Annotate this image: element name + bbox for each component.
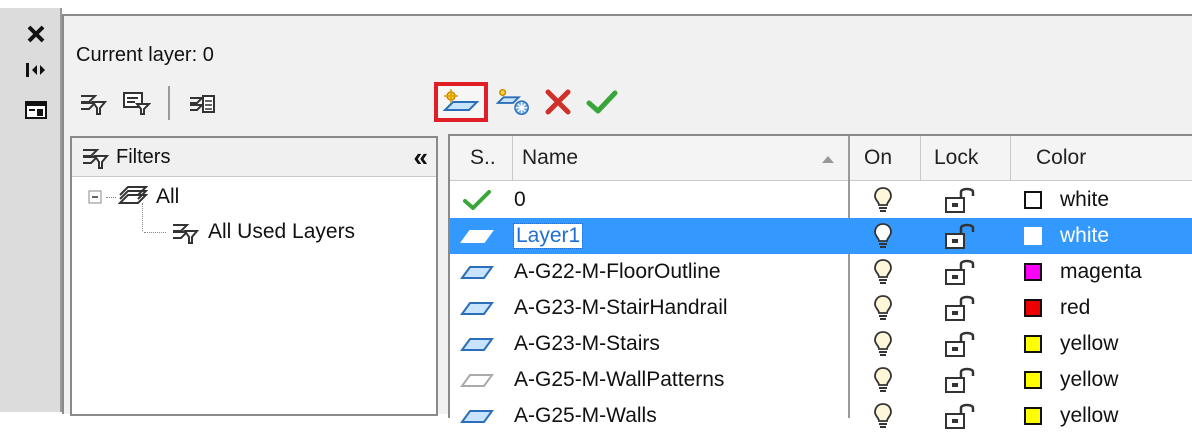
layer-name: A-G23-M-StairHandrail — [514, 296, 728, 319]
tree-node-label: All — [156, 185, 180, 208]
new-layer-vp-frozen-icon[interactable] — [496, 85, 532, 119]
close-icon[interactable] — [22, 22, 50, 46]
column-header-lock[interactable]: Lock — [934, 146, 978, 170]
new-property-filter-icon[interactable] — [74, 86, 110, 120]
unlocked-icon[interactable] — [940, 362, 980, 398]
layer-row[interactable]: A-G23-M-Stairs yellow — [450, 326, 1192, 362]
current-layer-label: Current layer: 0 — [76, 44, 214, 66]
column-header-status[interactable]: S.. — [470, 146, 496, 170]
filter-toolbar — [74, 86, 220, 120]
layer-status-icon[interactable] — [456, 290, 498, 326]
column-headers: S.. Name On Lock Color — [450, 136, 1192, 181]
layer-name: Layer1 — [512, 223, 584, 249]
layer-name-cell[interactable]: A-G23-M-Stairs — [514, 326, 660, 362]
layer-row[interactable]: A-G22-M-FloorOutline magenta — [450, 254, 1192, 290]
layer-name: A-G25-M-WallPatterns — [514, 368, 725, 391]
lightbulb-icon[interactable] — [868, 182, 898, 218]
palette-side-strip — [0, 8, 62, 412]
tree-node-label: All Used Layers — [208, 220, 356, 243]
color-name: magenta — [1060, 260, 1142, 283]
layer-row[interactable]: A-G25-M-Walls yellow — [450, 398, 1192, 434]
delete-layer-icon[interactable] — [540, 85, 576, 119]
properties-icon[interactable] — [22, 98, 50, 122]
layer-status-icon[interactable] — [456, 326, 498, 362]
layer-name-cell[interactable]: 0 — [514, 182, 526, 218]
color-name: white — [1060, 188, 1110, 211]
unlocked-icon[interactable] — [940, 182, 980, 218]
unlocked-icon[interactable] — [940, 290, 980, 326]
color-name: yellow — [1060, 368, 1119, 391]
layer-name: A-G23-M-Stairs — [514, 332, 660, 355]
layer-name-cell[interactable]: A-G22-M-FloorOutline — [514, 254, 721, 290]
lightbulb-icon[interactable] — [868, 290, 898, 326]
layer-color-cell[interactable]: yellow — [1024, 362, 1118, 398]
lightbulb-icon[interactable] — [868, 254, 898, 290]
layer-status-icon[interactable] — [456, 254, 498, 290]
layer-status-icon[interactable] — [456, 398, 498, 434]
column-header-name[interactable]: Name — [522, 146, 578, 170]
layer-properties-manager: Current layer: 0 Filters « All All Used … — [62, 14, 1192, 429]
filters-header: Filters « — [72, 138, 436, 177]
layer-list: S.. Name On Lock Color 0 white Layer1 white… — [448, 134, 1192, 429]
color-swatch — [1024, 371, 1042, 389]
filters-pane: Filters « All All Used Layers — [70, 136, 438, 416]
lightbulb-icon[interactable] — [868, 218, 898, 254]
current-layer-check-icon[interactable] — [456, 182, 498, 218]
new-layer-icon — [442, 89, 480, 111]
color-name: white — [1060, 224, 1110, 247]
column-header-on[interactable]: On — [864, 146, 892, 170]
tree-node-all[interactable]: All — [88, 185, 179, 209]
layer-states-manager-icon[interactable] — [184, 86, 220, 120]
unlocked-icon[interactable] — [940, 254, 980, 290]
filter-icon — [80, 144, 110, 170]
layer-status-icon[interactable] — [456, 362, 498, 398]
color-swatch — [1024, 335, 1042, 353]
layer-name-cell[interactable]: Layer1 — [512, 218, 584, 254]
layer-color-cell[interactable]: yellow — [1024, 326, 1118, 362]
layer-row[interactable]: A-G23-M-StairHandrail red — [450, 290, 1192, 326]
filter-icon — [170, 219, 200, 245]
unlocked-icon[interactable] — [940, 218, 980, 254]
layer-name: A-G22-M-FloorOutline — [514, 260, 721, 283]
layer-color-cell[interactable]: magenta — [1024, 254, 1142, 290]
layer-status-icon[interactable] — [456, 218, 498, 254]
layer-color-cell[interactable]: yellow — [1024, 398, 1118, 434]
column-header-color[interactable]: Color — [1036, 146, 1086, 170]
new-layer-button[interactable] — [434, 82, 488, 122]
layer-name-cell[interactable]: A-G25-M-WallPatterns — [514, 362, 724, 398]
layer-color-cell[interactable]: white — [1024, 218, 1109, 254]
layer-name-cell[interactable]: A-G23-M-StairHandrail — [514, 290, 728, 326]
new-group-filter-icon[interactable] — [118, 86, 154, 120]
set-current-icon[interactable] — [584, 85, 620, 119]
lightbulb-icon[interactable] — [868, 398, 898, 434]
tree-node-all-used-layers[interactable]: All Used Layers — [142, 203, 356, 245]
unlocked-icon[interactable] — [940, 326, 980, 362]
layer-name-cell[interactable]: A-G25-M-Walls — [514, 398, 657, 434]
layer-color-cell[interactable]: white — [1024, 182, 1109, 218]
color-swatch — [1024, 407, 1042, 425]
sort-ascending-icon — [820, 154, 836, 164]
layer-name: 0 — [514, 188, 526, 211]
unlocked-icon[interactable] — [940, 398, 980, 434]
lightbulb-icon[interactable] — [868, 362, 898, 398]
color-name: yellow — [1060, 404, 1119, 427]
color-swatch — [1024, 299, 1042, 317]
color-swatch — [1024, 263, 1042, 281]
toolbar-separator — [168, 86, 170, 120]
layer-row[interactable]: Layer1 white — [450, 218, 1192, 254]
layer-row[interactable]: 0 white — [450, 182, 1192, 218]
layer-name: A-G25-M-Walls — [514, 404, 657, 427]
color-name: red — [1060, 296, 1091, 319]
collapse-node-icon[interactable] — [88, 190, 102, 204]
color-swatch — [1024, 191, 1042, 209]
layer-row[interactable]: A-G25-M-WallPatterns yellow — [450, 362, 1192, 398]
layer-color-cell[interactable]: red — [1024, 290, 1090, 326]
layer-toolbar — [434, 82, 620, 122]
filters-title: Filters — [116, 145, 171, 168]
collapse-filters-button[interactable]: « — [414, 142, 428, 173]
lightbulb-icon[interactable] — [868, 326, 898, 362]
auto-hide-icon[interactable] — [22, 58, 50, 82]
color-swatch — [1024, 227, 1042, 245]
color-name: yellow — [1060, 332, 1119, 355]
